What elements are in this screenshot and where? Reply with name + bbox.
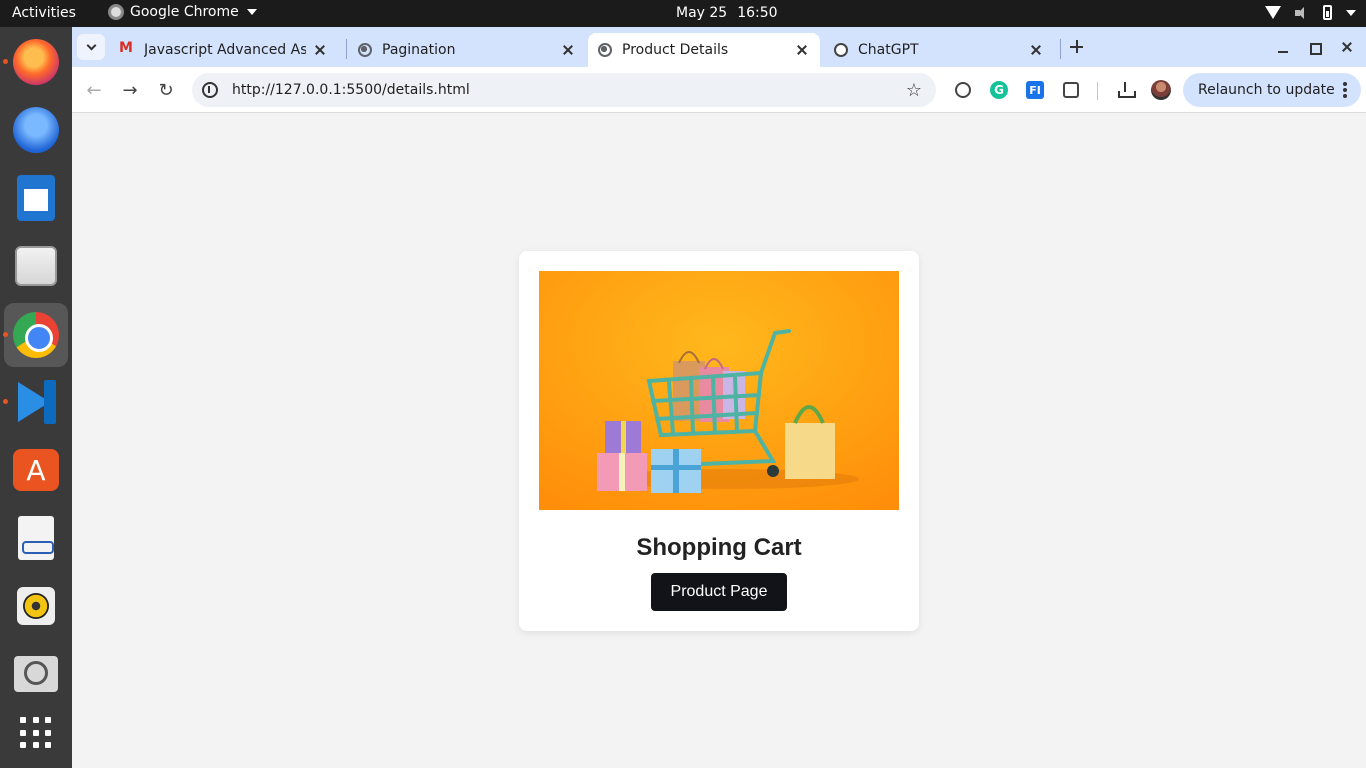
caret-down-icon bbox=[246, 9, 257, 15]
rhythmbox-icon bbox=[17, 587, 55, 625]
globe-icon bbox=[598, 43, 612, 57]
wifi-icon bbox=[1265, 5, 1281, 20]
tab-title: Product Details bbox=[622, 42, 729, 58]
relaunch-label: Relaunch to update bbox=[1198, 82, 1335, 98]
tab-strip: Javascript Advanced Ass Pagination Produ… bbox=[72, 27, 1366, 67]
app-menu-label: Google Chrome bbox=[130, 4, 239, 20]
puzzle-icon bbox=[1063, 82, 1079, 98]
site-info-icon[interactable] bbox=[202, 82, 218, 98]
grammarly-icon: G bbox=[990, 81, 1008, 99]
gmail-icon bbox=[119, 40, 134, 57]
thunderbird-icon bbox=[13, 107, 59, 153]
close-icon[interactable] bbox=[794, 42, 810, 58]
writer-icon bbox=[17, 175, 55, 221]
toolbar-divider bbox=[1097, 82, 1098, 100]
forward-arrow-icon[interactable]: → bbox=[118, 78, 142, 102]
tab-gmail[interactable]: Javascript Advanced Ass bbox=[110, 33, 338, 67]
relaunch-button[interactable]: Relaunch to update bbox=[1183, 73, 1361, 107]
product-card: Shopping Cart Product Page bbox=[519, 251, 919, 631]
product-image bbox=[539, 271, 899, 510]
download-icon bbox=[1118, 82, 1136, 98]
globe-icon bbox=[358, 43, 372, 57]
bookmark-star-icon[interactable]: ☆ bbox=[906, 80, 922, 101]
more-vert-icon bbox=[1343, 82, 1347, 98]
dock: A bbox=[0, 27, 72, 768]
tab-search-button[interactable] bbox=[77, 34, 105, 60]
dock-show-applications[interactable] bbox=[4, 701, 68, 765]
chrome-icon bbox=[13, 312, 59, 358]
app-store-icon: A bbox=[13, 449, 59, 491]
back-arrow-icon[interactable]: ← bbox=[82, 78, 106, 102]
tab-title: ChatGPT bbox=[858, 42, 919, 58]
new-tab-button[interactable] bbox=[1066, 36, 1088, 58]
volume-icon bbox=[1295, 6, 1309, 19]
clock[interactable]: May 25 16:50 bbox=[676, 5, 778, 21]
magnifier-icon bbox=[14, 656, 58, 692]
chrome-window: Javascript Advanced Ass Pagination Produ… bbox=[72, 27, 1366, 768]
circle-extension-icon bbox=[955, 82, 971, 98]
tab-title: Pagination bbox=[382, 42, 456, 58]
system-tray[interactable] bbox=[1265, 5, 1356, 20]
firefox-icon bbox=[13, 39, 59, 85]
fi-extension[interactable]: FI bbox=[1024, 79, 1046, 101]
vscode-icon bbox=[14, 380, 58, 424]
downloads-button[interactable] bbox=[1114, 79, 1136, 101]
files-icon bbox=[15, 246, 57, 286]
dock-screenshot[interactable] bbox=[4, 642, 68, 706]
shopping-cart-illustration bbox=[539, 271, 899, 510]
product-title: Shopping Cart bbox=[636, 534, 802, 561]
battery-icon bbox=[1323, 5, 1332, 20]
close-icon[interactable] bbox=[560, 42, 576, 58]
product-page-button[interactable]: Product Page bbox=[651, 573, 787, 611]
chatgpt-icon bbox=[834, 43, 848, 57]
avatar bbox=[1151, 80, 1171, 100]
tab-pagination[interactable]: Pagination bbox=[348, 33, 586, 67]
dock-vscode[interactable] bbox=[3, 370, 68, 434]
browser-toolbar: ← → ↻ http://127.0.0.1:5500/details.html… bbox=[72, 67, 1366, 113]
dock-document-viewer[interactable] bbox=[4, 506, 68, 570]
activities-button[interactable]: Activities bbox=[12, 5, 76, 21]
tab-title: Javascript Advanced Ass bbox=[144, 42, 306, 58]
clock-time: 16:50 bbox=[737, 5, 778, 21]
extensions-menu[interactable] bbox=[1060, 79, 1082, 101]
app-menu[interactable]: Google Chrome bbox=[108, 4, 257, 20]
address-bar[interactable]: http://127.0.0.1:5500/details.html ☆ bbox=[192, 73, 936, 107]
tab-product-details[interactable]: Product Details bbox=[588, 33, 820, 67]
running-indicator bbox=[3, 332, 8, 337]
maximize-icon[interactable] bbox=[1307, 39, 1323, 55]
fi-extension-icon: FI bbox=[1026, 81, 1044, 99]
page-viewport: Shopping Cart Product Page bbox=[72, 114, 1366, 768]
tab-divider bbox=[1060, 39, 1061, 59]
extension-icon[interactable] bbox=[952, 79, 974, 101]
url-text[interactable]: http://127.0.0.1:5500/details.html bbox=[232, 82, 906, 98]
caret-down-icon bbox=[1346, 9, 1356, 16]
running-indicator bbox=[3, 399, 8, 404]
app-grid-icon bbox=[20, 717, 52, 749]
dock-writer[interactable] bbox=[4, 166, 68, 230]
clock-date: May 25 bbox=[676, 5, 728, 21]
tab-divider bbox=[346, 39, 347, 59]
close-icon[interactable] bbox=[312, 42, 328, 58]
dock-chrome[interactable] bbox=[3, 303, 68, 367]
grammarly-extension[interactable]: G bbox=[988, 79, 1010, 101]
close-icon[interactable] bbox=[1028, 42, 1044, 58]
document-viewer-icon bbox=[18, 516, 54, 560]
dock-thunderbird[interactable] bbox=[4, 98, 68, 162]
system-top-bar: Activities Google Chrome May 25 16:50 bbox=[0, 0, 1366, 27]
chrome-icon bbox=[108, 4, 124, 20]
chevron-down-icon bbox=[86, 40, 96, 50]
reload-icon[interactable]: ↻ bbox=[154, 78, 178, 102]
tab-chatgpt[interactable]: ChatGPT bbox=[824, 33, 1054, 67]
dock-rhythmbox[interactable] bbox=[4, 574, 68, 638]
window-close-icon[interactable] bbox=[1339, 39, 1355, 55]
dock-firefox[interactable] bbox=[3, 30, 68, 94]
profile-button[interactable] bbox=[1150, 79, 1172, 101]
minimize-icon[interactable] bbox=[1275, 39, 1291, 55]
dock-software[interactable]: A bbox=[4, 438, 68, 502]
running-indicator bbox=[3, 59, 8, 64]
dock-files[interactable] bbox=[4, 234, 68, 298]
